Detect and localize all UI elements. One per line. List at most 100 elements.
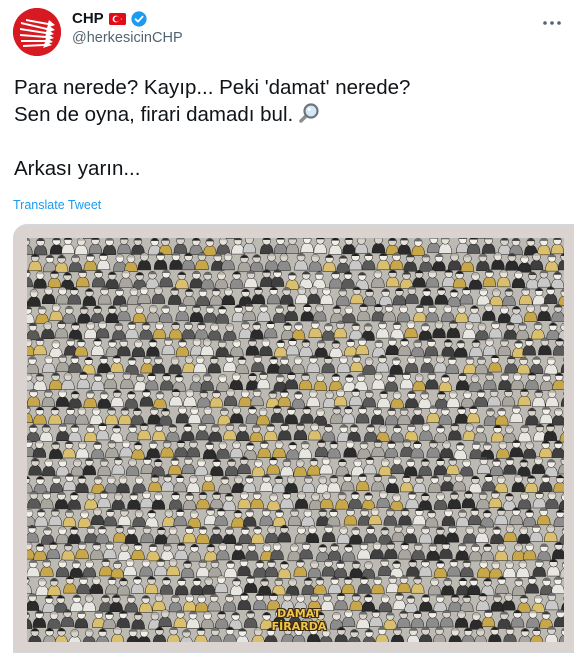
crowd-figure-hair — [512, 306, 521, 310]
crowd-figure-body — [196, 498, 210, 510]
crowd-figure-body — [385, 482, 400, 494]
crowd-figure-body — [473, 431, 488, 443]
crowd-figure-hair — [148, 339, 157, 343]
crowd-figure-body — [74, 617, 89, 629]
crowd-figure-body — [32, 447, 47, 458]
crowd-figure-hair — [462, 459, 471, 463]
crowd-figure-body — [424, 516, 439, 528]
crowd-figure-body — [459, 293, 474, 305]
crowd-figure-body — [376, 259, 391, 271]
crowd-figure-hair — [471, 544, 480, 547]
crowd-figure-body — [84, 498, 98, 510]
crowd-figure-body — [522, 448, 537, 459]
crowd-figure-body — [462, 328, 476, 339]
crowd-figure-body — [354, 243, 369, 254]
crowd-figure-body — [294, 498, 309, 509]
crowd-figure-hair — [134, 442, 143, 446]
crowd-figure-body — [362, 396, 376, 408]
crowd-figure-body — [368, 514, 382, 525]
crowd-figure-body — [242, 515, 257, 527]
tweet-media[interactable]: DAMAT FİRARDA — [13, 224, 574, 653]
crowd-figure-body — [27, 395, 41, 407]
crowd-figure-body — [363, 463, 377, 475]
crowd-figure-body — [426, 412, 441, 423]
crowd-figure-body — [116, 482, 130, 494]
crowd-figure-hair — [549, 322, 558, 326]
crowd-figure-hair — [30, 289, 39, 293]
crowd-figure-hair — [359, 611, 368, 615]
crowd-figure-body — [300, 242, 314, 253]
crowd-figure-hair — [176, 475, 185, 478]
crowd-figure-hair — [276, 340, 285, 343]
crowd-figure-body — [105, 346, 120, 357]
crowd-figure-hair — [280, 561, 289, 565]
crowd-figure-body — [97, 362, 111, 374]
stamp-line-1: DAMAT — [277, 607, 321, 620]
crowd-figure-body — [223, 567, 238, 578]
crowd-figure-hair — [374, 340, 383, 343]
crowd-figure-body — [183, 395, 197, 407]
crowd-figure-body — [103, 378, 118, 389]
avatar[interactable] — [13, 8, 61, 56]
crowd-figure-body — [445, 363, 459, 375]
crowd-figure-hair — [254, 459, 263, 463]
crowd-figure-body — [481, 616, 496, 628]
crowd-figure-body — [356, 310, 371, 322]
crowd-figure-body — [531, 463, 546, 474]
crowd-figure-body — [378, 601, 393, 613]
tweet-text: Para nerede? Kayıp... Peki 'damat' nered… — [14, 74, 554, 182]
crowd-figure-body — [517, 395, 532, 407]
crowd-figure-body — [363, 532, 378, 544]
crowd-figure-body — [277, 363, 292, 375]
translate-tweet-link[interactable]: Translate Tweet — [13, 198, 101, 212]
crowd-figure-hair — [238, 423, 247, 427]
more-icon[interactable] — [540, 13, 564, 33]
crowd-figure-hair — [73, 459, 82, 462]
crowd-figure-hair — [436, 527, 445, 530]
crowd-figure-body — [531, 328, 545, 340]
crowd-figure-hair — [72, 560, 81, 564]
crowd-figure-body — [140, 362, 154, 374]
crowd-figure-body — [62, 312, 76, 324]
crowd-figure-body — [139, 602, 153, 613]
crowd-figure-body — [329, 347, 343, 358]
crowd-figure-hair — [80, 510, 89, 514]
crowd-figure-hair — [127, 526, 136, 530]
crowd-figure-body — [551, 311, 564, 322]
crowd-figure-hair — [350, 629, 359, 633]
crowd-figure-body — [497, 276, 511, 288]
crowd-figure-hair — [248, 373, 257, 377]
crowd-figure-body — [76, 378, 91, 390]
crowd-figure-hair — [204, 577, 213, 581]
crowd-figure-body — [355, 480, 370, 491]
crowd-figure-body — [355, 412, 370, 424]
crowd-figure-hair — [514, 543, 523, 547]
crowd-figure-hair — [421, 458, 430, 462]
user-handle[interactable]: @herkesicinCHP — [72, 30, 183, 46]
crowd-figure-hair — [315, 577, 324, 581]
crowd-figure-hair — [29, 424, 38, 428]
crowd-figure-body — [83, 260, 98, 271]
crowd-figure-body — [91, 276, 106, 288]
crowd-figure-hair — [63, 372, 72, 376]
crowd-figure-hair — [232, 441, 241, 444]
crowd-figure-body — [48, 515, 63, 526]
crowd-figure-hair — [357, 238, 366, 240]
crowd-figure-body — [501, 395, 516, 407]
crowd-figure-hair — [282, 459, 291, 463]
crowd-figure-body — [166, 565, 180, 576]
crowd-figure-body — [137, 293, 151, 304]
crowd-figure-body — [418, 330, 433, 341]
crowd-figure-body — [397, 345, 412, 356]
crowd-figure-body — [56, 430, 70, 442]
crowd-figure-body — [259, 481, 274, 492]
crowd-figure-body — [483, 379, 497, 390]
display-name[interactable]: CHP — [72, 10, 104, 27]
crowd-figure-body — [455, 549, 469, 561]
crowd-figure-body — [203, 312, 217, 323]
crowd-figure-body — [139, 328, 153, 340]
crowd-figure-hair — [50, 578, 59, 582]
crowd-figure-body — [336, 295, 350, 306]
crowd-figure-body — [214, 617, 229, 629]
crowd-figure-hair — [294, 322, 303, 326]
